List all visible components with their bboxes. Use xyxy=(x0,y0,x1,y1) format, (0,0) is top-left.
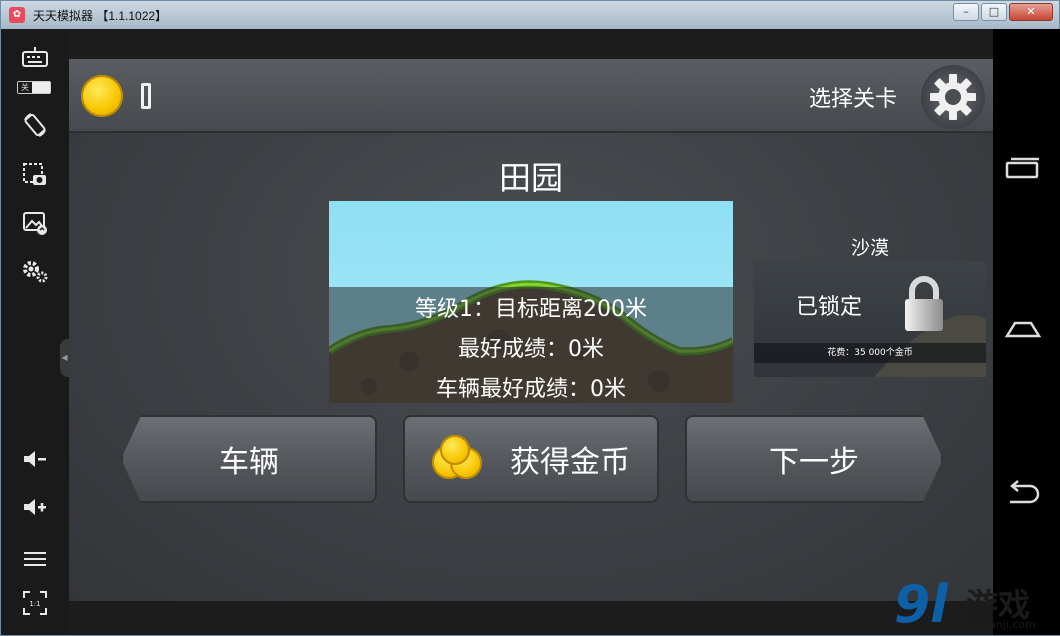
emulator-sidebar: 关 ◀ 1:1 xyxy=(1,29,69,635)
back-icon[interactable] xyxy=(1001,475,1045,511)
next-button-label: 下一步 xyxy=(769,445,859,480)
vehicle-button[interactable]: 车辆 xyxy=(121,415,377,503)
vehicle-button-label: 车辆 xyxy=(219,445,279,480)
get-coins-button[interactable]: 获得金币 xyxy=(403,415,659,503)
close-button[interactable]: ✕ xyxy=(1009,3,1053,21)
android-nav-bar xyxy=(993,29,1060,635)
toggle-indicator xyxy=(32,82,50,93)
watermark-site: 91danji.com xyxy=(968,618,1036,631)
level-preview[interactable]: 等级1：目标距离200米 最好成绩：0米 车辆最好成绩：0米 xyxy=(329,201,733,403)
locked-status: 已锁定 xyxy=(796,295,863,320)
gear-icon[interactable] xyxy=(921,65,985,129)
best-score-text: 最好成绩：0米 xyxy=(458,337,604,362)
window-controls: – □ ✕ xyxy=(953,3,1053,21)
keyboard-toggle[interactable]: 关 xyxy=(17,81,51,94)
image-icon[interactable] xyxy=(19,207,51,239)
fullscreen-icon[interactable]: 1:1 xyxy=(19,587,51,619)
keyboard-icon[interactable] xyxy=(19,41,51,73)
screenshot-icon[interactable] xyxy=(19,159,51,191)
emulator-window: ✿ 天天模拟器 【1.1.1022】 – □ ✕ 关 ◀ 1:1 选择关卡 田园… xyxy=(0,0,1060,636)
level-goal-text: 等级1：目标距离200米 xyxy=(415,297,647,322)
locked-level-card[interactable]: 已锁定 花费：35 000个金币 xyxy=(754,261,986,377)
sidebar-collapse-handle[interactable]: ◀ xyxy=(60,339,69,377)
title-bar[interactable]: ✿ 天天模拟器 【1.1.1022】 – □ ✕ xyxy=(1,1,1059,29)
recent-apps-icon[interactable] xyxy=(1001,149,1045,185)
toggle-label: 关 xyxy=(18,82,32,93)
coin-stack-icon xyxy=(432,435,488,483)
vehicle-best-score-text: 车辆最好成绩：0米 xyxy=(436,377,626,402)
home-icon[interactable] xyxy=(1001,311,1045,347)
coin-icon xyxy=(81,75,123,117)
menu-icon[interactable] xyxy=(19,543,51,575)
game-screen: 选择关卡 田园 等级1：目标距离200米 最好成绩：0米 车辆最好成绩：0米 沙… xyxy=(69,59,993,601)
unlock-cost: 花费：35 000个金币 xyxy=(754,343,986,363)
lock-icon xyxy=(902,275,946,339)
app-icon: ✿ xyxy=(9,7,25,23)
rotate-icon[interactable] xyxy=(19,109,51,141)
window-title: 天天模拟器 【1.1.1022】 xyxy=(33,8,168,23)
coin-counter xyxy=(141,83,151,109)
maximize-button[interactable]: □ xyxy=(981,3,1007,21)
site-watermark: 9l 游戏 91danji.com xyxy=(894,576,1054,634)
minimize-button[interactable]: – xyxy=(953,3,979,21)
watermark-logo: 9l xyxy=(894,575,949,635)
game-top-bar: 选择关卡 xyxy=(69,59,993,133)
fullscreen-label: 1:1 xyxy=(29,600,40,608)
level-title: 田园 xyxy=(498,159,563,197)
next-button[interactable]: 下一步 xyxy=(685,415,943,503)
select-level-button[interactable]: 选择关卡 xyxy=(809,81,897,113)
volume-up-icon[interactable] xyxy=(19,491,51,523)
level-info-overlay: 等级1：目标距离200米 最好成绩：0米 车辆最好成绩：0米 xyxy=(329,287,733,403)
volume-down-icon[interactable] xyxy=(19,443,51,475)
settings-icon[interactable] xyxy=(19,255,51,287)
get-coins-label: 获得金币 xyxy=(510,445,630,480)
next-level-name: 沙漠 xyxy=(850,237,889,259)
